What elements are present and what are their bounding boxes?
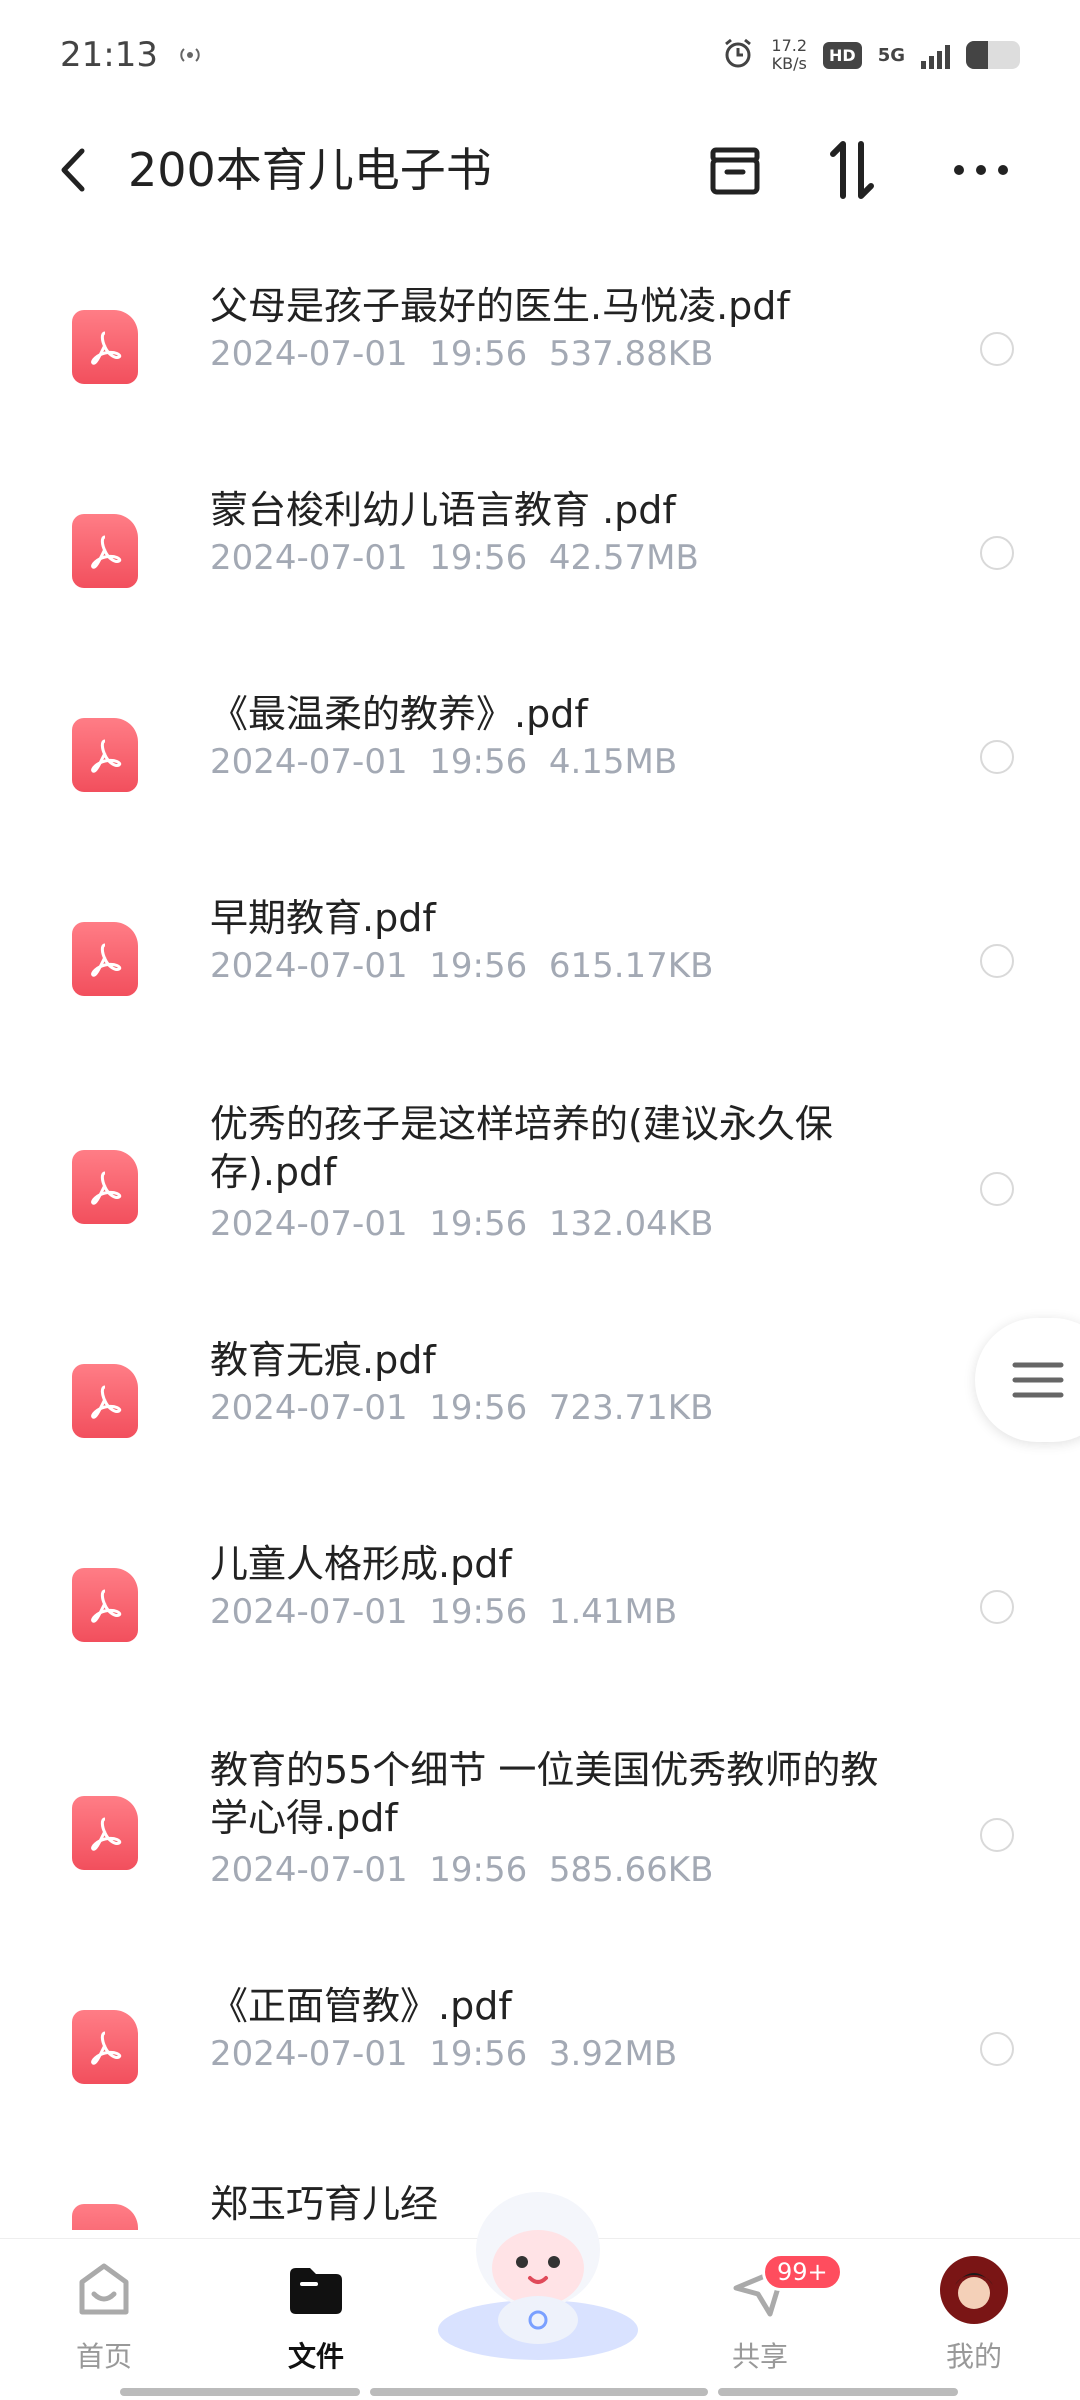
file-name: 父母是孩子最好的医生.马悦凌.pdf xyxy=(210,284,790,328)
file-name: 《最温柔的教养》.pdf xyxy=(210,692,588,736)
pdf-icon xyxy=(72,1568,138,1642)
menu-icon xyxy=(1012,1362,1064,1398)
home-indicator xyxy=(120,2388,360,2396)
file-meta: 2024-07-01 19:56 42.57MB xyxy=(210,538,699,578)
network-type: 5G xyxy=(877,44,905,66)
select-radio[interactable] xyxy=(980,536,1014,570)
pdf-icon xyxy=(72,2010,138,2084)
select-radio[interactable] xyxy=(980,740,1014,774)
pdf-icon xyxy=(72,1796,138,1870)
status-bar: 21:13 17.2 KB/s HD 5G xyxy=(0,0,1080,110)
select-radio[interactable] xyxy=(980,332,1014,366)
pdf-icon xyxy=(72,718,138,792)
select-radio[interactable] xyxy=(980,944,1014,978)
home-indicator xyxy=(370,2388,708,2396)
pdf-icon xyxy=(72,310,138,384)
file-name: 蒙台梭利幼儿语言教育 .pdf xyxy=(210,488,676,532)
file-meta: 2024-07-01 19:56 3.92MB xyxy=(210,2034,678,2074)
hd-badge: HD xyxy=(823,41,862,69)
nav-mine-label: 我的 xyxy=(945,2340,1002,2373)
nav-files-label: 文件 xyxy=(287,2340,344,2373)
nav-files[interactable]: 文件 xyxy=(246,2255,386,2375)
home-indicator xyxy=(718,2388,958,2396)
file-meta: 2024-07-01 19:56 723.71KB xyxy=(210,1388,714,1428)
share-badge: 99+ xyxy=(762,2253,843,2291)
speed-unit: KB/s xyxy=(771,54,807,73)
file-name: 教育无痕.pdf xyxy=(210,1338,436,1382)
mascot-button[interactable] xyxy=(428,2180,648,2360)
file-name: 优秀的孩子是这样培养的(建议永久保存).pdf xyxy=(210,1102,833,1194)
select-radio[interactable] xyxy=(980,1172,1014,1206)
nav-share[interactable]: 99+ 共享 xyxy=(690,2253,843,2375)
sort-icon[interactable] xyxy=(818,135,888,205)
select-radio[interactable] xyxy=(980,1818,1014,1852)
alarm-icon xyxy=(721,36,755,74)
file-meta: 2024-07-01 19:56 615.17KB xyxy=(210,946,714,986)
battery-icon xyxy=(966,41,1020,69)
file-meta: 2024-07-01 19:56 537.88KB xyxy=(210,334,714,374)
hotspot-icon xyxy=(176,39,204,71)
pdf-icon xyxy=(72,514,138,588)
home-icon xyxy=(69,2255,139,2325)
file-meta: 2024-07-01 19:56 4.15MB xyxy=(210,742,678,782)
speed-value: 17.2 xyxy=(771,36,808,55)
more-icon[interactable] xyxy=(946,135,1016,205)
select-radio[interactable] xyxy=(980,2032,1014,2066)
folder-icon xyxy=(281,2255,351,2325)
archive-icon[interactable] xyxy=(700,135,770,205)
pdf-icon xyxy=(72,922,138,996)
nav-mine[interactable]: 我的 xyxy=(904,2255,1044,2375)
file-name: 《正面管教》.pdf xyxy=(210,1984,512,2028)
page-title: 200本育儿电子书 xyxy=(128,143,492,197)
network-speed: 17.2 KB/s xyxy=(771,37,807,73)
file-name: 教育的55个细节 一位美国优秀教师的教学心得.pdf xyxy=(210,1748,879,1840)
file-meta: 2024-07-01 19:56 132.04KB xyxy=(210,1204,714,1244)
pdf-icon xyxy=(72,1364,138,1438)
status-time: 21:13 xyxy=(60,35,158,75)
avatar xyxy=(939,2255,1009,2325)
signal-icon xyxy=(921,41,950,69)
select-radio[interactable] xyxy=(980,1590,1014,1624)
file-meta: 2024-07-01 19:56 1.41MB xyxy=(210,1592,678,1632)
file-name: 早期教育.pdf xyxy=(210,896,436,940)
pdf-icon xyxy=(72,1150,138,1224)
file-name: 儿童人格形成.pdf xyxy=(210,1542,512,1586)
nav-share-label: 共享 xyxy=(731,2340,788,2373)
nav-home[interactable]: 首页 xyxy=(34,2255,174,2375)
back-arrow-icon[interactable] xyxy=(48,140,98,200)
pdf-icon xyxy=(72,2204,138,2230)
file-list: 父母是孩子最好的医生.马悦凌.pdf 2024-07-01 19:56 537.… xyxy=(0,230,1080,2230)
file-meta: 2024-07-01 19:56 585.66KB xyxy=(210,1850,714,1890)
app-header: 200本育儿电子书 xyxy=(0,110,1080,230)
nav-home-label: 首页 xyxy=(75,2340,132,2373)
